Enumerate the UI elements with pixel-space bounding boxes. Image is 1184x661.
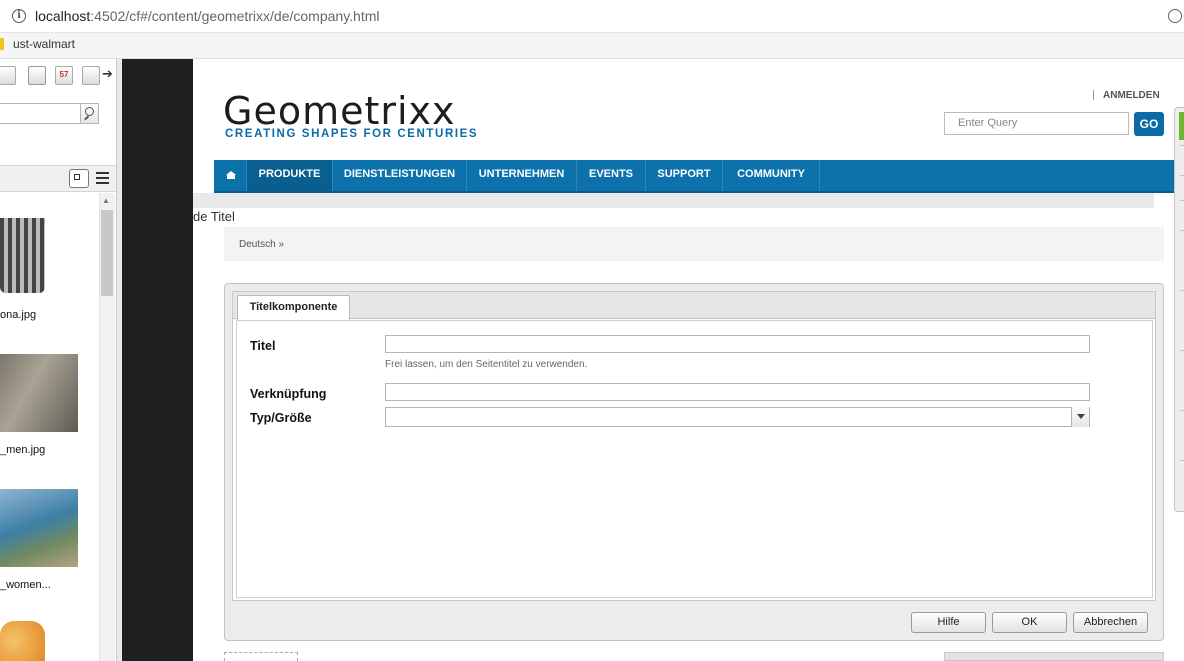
search-icon[interactable] [80,103,99,124]
list-view-icon[interactable] [96,172,109,184]
url-path: :4502/cf#/content/geometrixx/de/company.… [90,8,380,24]
link-label: Verknüpfung [250,387,327,401]
url-text[interactable]: localhost:4502/cf#/content/geometrixx/de… [35,8,380,24]
form-panel [236,320,1153,598]
finder-search-input[interactable] [0,103,81,124]
divider [1093,90,1094,100]
asset-name[interactable]: ona.jpg [0,309,36,321]
chevron-down-icon[interactable] [1071,407,1089,427]
help-button[interactable]: Hilfe [911,612,986,633]
divider [1180,410,1184,411]
ok-button[interactable]: OK [992,612,1067,633]
asset-name[interactable]: _women... [0,579,51,591]
nav-item-events[interactable]: EVENTS [577,160,646,193]
tab-titelkomponente[interactable]: Titelkomponente [237,295,350,320]
asset-thumbnail[interactable] [0,489,78,567]
title-input[interactable] [385,335,1090,353]
title-label: Titel [250,339,276,353]
nav-home-icon[interactable] [214,160,247,193]
drop-zone[interactable] [224,652,298,661]
sidekick-header [1179,112,1184,140]
editor-frame-border [122,59,193,661]
site-tagline: CREATING SHAPES FOR CENTURIES [225,128,479,140]
link-input[interactable] [385,383,1090,401]
site-settings-icon[interactable] [1168,9,1182,23]
asset-name[interactable]: _men.jpg [0,444,45,456]
nav-item-community[interactable]: COMMUNITY [723,160,820,193]
divider [1180,175,1184,176]
finder-tab-product-icon[interactable] [82,66,100,85]
finder-tab-page-icon[interactable] [0,66,16,85]
header-band [193,193,1154,208]
nav-item-unternehmen[interactable]: UNTERNEHMEN [467,160,577,193]
divider [1180,460,1184,461]
site-search-input[interactable]: Enter Query [944,112,1129,135]
divider [1180,290,1184,291]
divider [1180,145,1184,146]
arrow-right-icon[interactable]: ➔ [102,66,113,82]
login-link[interactable]: ANMELDEN [1103,90,1160,101]
info-icon[interactable]: i [12,9,26,23]
asset-thumbnail[interactable] [0,621,45,661]
type-select[interactable] [385,407,1090,427]
cancel-button[interactable]: Abbrechen [1073,612,1148,633]
site-logo[interactable]: Geometrixx [223,89,456,133]
nav-item-support[interactable]: SUPPORT [646,160,723,193]
divider [1180,350,1184,351]
url-host: localhost [35,8,91,24]
search-go-button[interactable]: GO [1134,112,1164,136]
divider [1180,230,1184,231]
title-hint: Frei lassen, um den Seitentitel zu verwe… [385,359,588,370]
component-title-text[interactable]: de Titel [193,209,235,224]
grid-view-icon[interactable] [69,169,89,188]
bookmark-bar [0,33,1184,59]
asset-thumbnail[interactable] [0,354,78,432]
dialog-tab-strip [233,292,1155,319]
bottom-panel [944,652,1164,661]
bookmark-item[interactable]: ust-walmart [13,37,75,51]
finder-tab-document-icon[interactable] [28,66,46,85]
sidekick-panel[interactable] [1174,107,1184,512]
scrollbar-thumb[interactable] [101,210,113,296]
finder-tab-s7-icon[interactable]: 57 [55,66,73,85]
divider [1180,200,1184,201]
folder-icon [0,38,4,50]
scroll-up-icon[interactable]: ▲ [102,196,110,205]
type-label: Typ/Größe [250,411,312,425]
asset-thumbnail[interactable] [0,218,45,293]
nav-item-dienstleistungen[interactable]: DIENSTLEISTUNGEN [333,160,467,193]
breadcrumb-bar [224,227,1164,261]
nav-item-produkte[interactable]: PRODUKTE [247,160,333,193]
breadcrumb[interactable]: Deutsch » [239,239,284,250]
